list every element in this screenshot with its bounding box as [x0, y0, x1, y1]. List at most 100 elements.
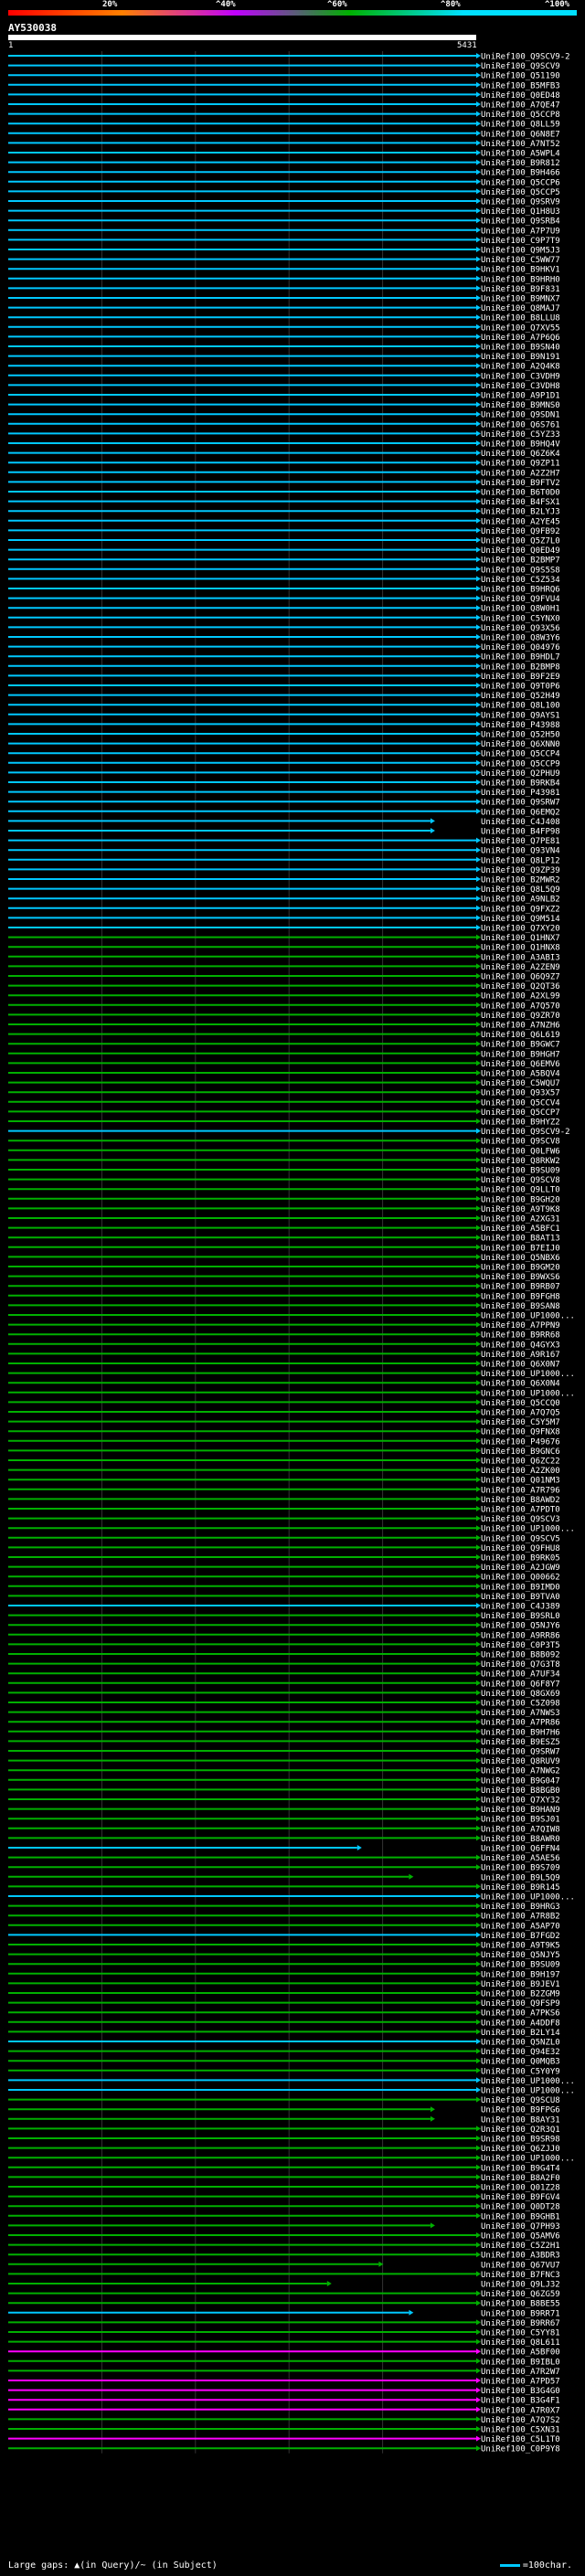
hit-label[interactable]: UniRef100_C5Z534 — [481, 576, 560, 585]
hit-label[interactable]: UniRef100_B9HYZ2 — [481, 1118, 560, 1128]
hit-label[interactable]: UniRef100_Q01NM3 — [481, 1477, 560, 1486]
hit-label[interactable]: UniRef100_Q2R3Q1 — [481, 2125, 560, 2135]
hit-label[interactable]: UniRef100_Q9SCV8 — [481, 1138, 560, 1147]
hit-label[interactable]: UniRef100_B8AT13 — [481, 1235, 560, 1244]
hit-label[interactable]: UniRef100_A7NT52 — [481, 140, 560, 149]
hit-label[interactable]: UniRef100_Q93X56 — [481, 624, 560, 633]
hit-label[interactable]: UniRef100_A7QE47 — [481, 101, 560, 111]
hit-label[interactable]: UniRef100_B9MNX7 — [481, 295, 560, 304]
hit-label[interactable]: UniRef100_UP1000... — [481, 1389, 575, 1398]
hit-label[interactable]: UniRef100_A7R2W7 — [481, 2368, 560, 2377]
hit-label[interactable]: UniRef100_Q5CCQ0 — [481, 1399, 560, 1408]
hit-label[interactable]: UniRef100_B8AY31 — [481, 2115, 560, 2125]
hit-label[interactable]: UniRef100_Q5NBX6 — [481, 1254, 560, 1263]
hit-label[interactable]: UniRef100_UP1000... — [481, 2077, 575, 2086]
hit-label[interactable]: UniRef100_Q8L100 — [481, 702, 560, 711]
hit-label[interactable]: UniRef100_Q5CCP6 — [481, 178, 560, 187]
hit-label[interactable]: UniRef100_Q5CCP8 — [481, 111, 560, 120]
hit-label[interactable]: UniRef100_Q6XNN0 — [481, 740, 560, 749]
hit-label[interactable]: UniRef100_C5XN31 — [481, 2426, 560, 2435]
hit-label[interactable]: UniRef100_Q8W3Y6 — [481, 634, 560, 643]
hit-label[interactable]: UniRef100_A7Q570 — [481, 1002, 560, 1011]
hit-label[interactable]: UniRef100_Q9FVU4 — [481, 595, 560, 604]
hit-label[interactable]: UniRef100_C3VDH9 — [481, 372, 560, 381]
hit-label[interactable]: UniRef100_Q01Z28 — [481, 2184, 560, 2193]
hit-label[interactable]: UniRef100_Q6F8Y7 — [481, 1680, 560, 1689]
hit-label[interactable]: UniRef100_B9RR71 — [481, 2309, 560, 2318]
hit-label[interactable]: UniRef100_A9NLB2 — [481, 896, 560, 905]
hit-label[interactable]: UniRef100_B9FPG6 — [481, 2106, 560, 2115]
hit-label[interactable]: UniRef100_Q52H49 — [481, 692, 560, 701]
hit-label[interactable]: UniRef100_B8AWR0 — [481, 1835, 560, 1844]
hit-label[interactable]: UniRef100_A2XL99 — [481, 992, 560, 1002]
hit-label[interactable]: UniRef100_Q9FSP9 — [481, 1999, 560, 2009]
hit-label[interactable]: UniRef100_B8B092 — [481, 1651, 560, 1660]
hit-label[interactable]: UniRef100_B9RKB4 — [481, 779, 560, 789]
hit-label[interactable]: UniRef100_B2ZGM9 — [481, 1990, 560, 1999]
hit-label[interactable]: UniRef100_Q9FNX8 — [481, 1428, 560, 1437]
hit-label[interactable]: UniRef100_A2Z2H7 — [481, 469, 560, 478]
hit-label[interactable]: UniRef100_B9R145 — [481, 1883, 560, 1892]
hit-label[interactable]: UniRef100_Q9SDN1 — [481, 411, 560, 420]
hit-label[interactable]: UniRef100_Q8W0H1 — [481, 605, 560, 614]
hit-label[interactable]: UniRef100_Q9SCU8 — [481, 2096, 560, 2105]
hit-label[interactable]: UniRef100_B9SU09 — [481, 1167, 560, 1176]
hit-label[interactable]: UniRef100_Q8GX69 — [481, 1690, 560, 1699]
hit-label[interactable]: UniRef100_C5Z2H1 — [481, 2242, 560, 2251]
hit-label[interactable]: UniRef100_Q9SRW7 — [481, 1748, 560, 1757]
hit-label[interactable]: UniRef100_A9T9K8 — [481, 1205, 560, 1214]
hit-label[interactable]: UniRef100_A7R0X7 — [481, 2406, 560, 2415]
hit-label[interactable]: UniRef100_B9GM20 — [481, 1264, 560, 1273]
hit-label[interactable]: UniRef100_B9H197 — [481, 1970, 560, 1979]
hit-label[interactable]: UniRef100_B9GWC7 — [481, 1041, 560, 1050]
hit-label[interactable]: UniRef100_A5AE56 — [481, 1854, 560, 1863]
hit-label[interactable]: UniRef100_B9SN40 — [481, 344, 560, 353]
hit-label[interactable]: UniRef100_B9HRG3 — [481, 1903, 560, 1912]
hit-label[interactable]: UniRef100_B9H466 — [481, 169, 560, 178]
hit-label[interactable]: UniRef100_Q5NJY5 — [481, 1951, 560, 1960]
hit-label[interactable]: UniRef100_B9RR67 — [481, 2319, 560, 2328]
hit-label[interactable]: UniRef100_C5L1T0 — [481, 2435, 560, 2444]
hit-label[interactable]: UniRef100_Q94E32 — [481, 2048, 560, 2057]
hit-label[interactable]: UniRef100_C5WQU7 — [481, 1079, 560, 1088]
hit-label[interactable]: UniRef100_Q9SRV9 — [481, 198, 560, 207]
hit-label[interactable]: UniRef100_Q7PE81 — [481, 837, 560, 846]
hit-label[interactable]: UniRef100_B7FGD2 — [481, 1932, 560, 1941]
hit-label[interactable]: UniRef100_Q8L611 — [481, 2338, 560, 2348]
hit-label[interactable]: UniRef100_B9RR68 — [481, 1331, 560, 1341]
hit-label[interactable]: UniRef100_UP1000... — [481, 1312, 575, 1321]
hit-label[interactable]: UniRef100_B7FNC3 — [481, 2271, 560, 2280]
hit-label[interactable]: UniRef100_Q9SRB4 — [481, 217, 560, 227]
hit-label[interactable]: UniRef100_A9P1D1 — [481, 392, 560, 401]
hit-label[interactable]: UniRef100_Q6FFN4 — [481, 1845, 560, 1854]
hit-label[interactable]: UniRef100_Q5CCP4 — [481, 750, 560, 759]
hit-label[interactable]: UniRef100_B4FP98 — [481, 828, 560, 837]
hit-label[interactable]: UniRef100_Q6L619 — [481, 1031, 560, 1040]
hit-label[interactable]: UniRef100_B9RK05 — [481, 1554, 560, 1564]
hit-label[interactable]: UniRef100_C4J389 — [481, 1603, 560, 1612]
hit-label[interactable]: UniRef100_Q6ZJJ0 — [481, 2145, 560, 2154]
hit-label[interactable]: UniRef100_B9N191 — [481, 353, 560, 362]
hit-label[interactable]: UniRef100_Q8LP12 — [481, 856, 560, 865]
hit-label[interactable]: UniRef100_B9IBL0 — [481, 2358, 560, 2367]
hit-label[interactable]: UniRef100_C5WW77 — [481, 256, 560, 265]
hit-label[interactable]: UniRef100_Q8RKW2 — [481, 1157, 560, 1166]
hit-label[interactable]: UniRef100_B9SRL0 — [481, 1612, 560, 1621]
hit-label[interactable]: UniRef100_B9JEV1 — [481, 1980, 560, 1989]
hit-label[interactable]: UniRef100_A7P7U9 — [481, 227, 560, 236]
hit-label[interactable]: UniRef100_Q6ZC22 — [481, 1458, 560, 1467]
hit-label[interactable]: UniRef100_A2Q4K8 — [481, 363, 560, 372]
hit-label[interactable]: UniRef100_A7PR86 — [481, 1719, 560, 1728]
hit-label[interactable]: UniRef100_A2YE45 — [481, 517, 560, 526]
hit-label[interactable]: UniRef100_A7PD57 — [481, 2378, 560, 2387]
hit-label[interactable]: UniRef100_Q6S761 — [481, 420, 560, 429]
hit-label[interactable]: UniRef100_Q9LJ32 — [481, 2281, 560, 2290]
hit-label[interactable]: UniRef100_C0P3T5 — [481, 1641, 560, 1650]
hit-label[interactable]: UniRef100_Q52H50 — [481, 731, 560, 740]
hit-label[interactable]: UniRef100_B9G047 — [481, 1776, 560, 1786]
hit-label[interactable]: UniRef100_B9TVA0 — [481, 1593, 560, 1602]
hit-label[interactable]: UniRef100_A3ABI3 — [481, 953, 560, 962]
hit-label[interactable]: UniRef100_B9FTV2 — [481, 479, 560, 488]
hit-label[interactable]: UniRef100_Q7XY20 — [481, 925, 560, 934]
hit-label[interactable]: UniRef100_B8LLU8 — [481, 314, 560, 323]
